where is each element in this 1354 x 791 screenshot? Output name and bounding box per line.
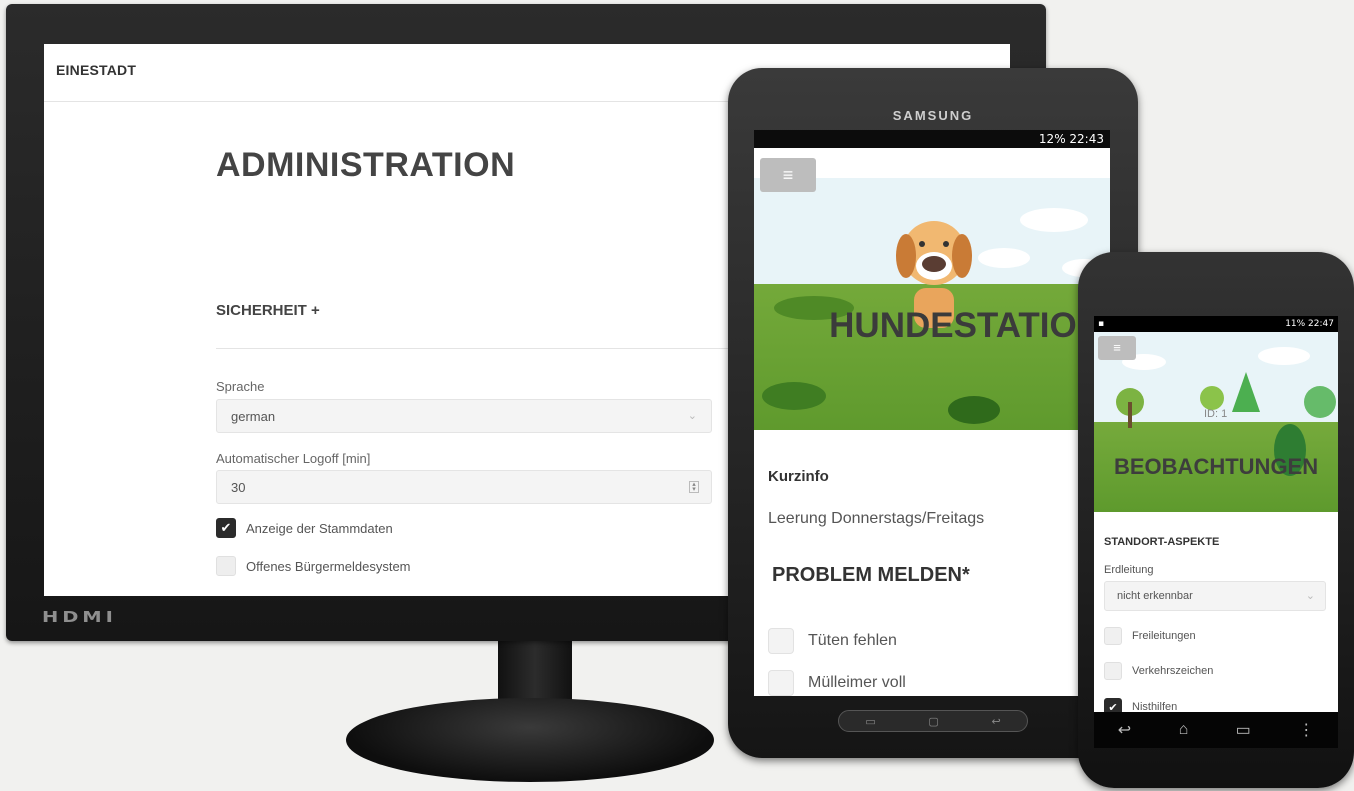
status-bar: ▪ 11% 22:47 — [1094, 316, 1338, 332]
checkbox-nisthilfen[interactable]: ✔ Nisthilfen — [1104, 698, 1177, 712]
overflow-menu-icon[interactable]: ⋮ — [1298, 720, 1314, 740]
checkbox-buergermeldesystem[interactable]: Offenes Bürgermeldesystem — [216, 556, 411, 576]
hero-banner: HUNDESTATION — [754, 178, 1110, 430]
recent-apps-icon[interactable]: ▭ — [1236, 720, 1251, 740]
checkbox-checked-icon[interactable]: ✔ — [216, 518, 236, 538]
checkbox-bin-full[interactable]: Mülleimer voll — [768, 670, 906, 696]
home-icon[interactable]: ⌂ — [1179, 721, 1189, 739]
brand-logo[interactable]: EINESTADT — [56, 62, 136, 78]
tablet-hardware-buttons: ▭ ▢ ↩ — [838, 710, 1028, 732]
menu-hamburger-icon[interactable]: ≡ — [1098, 336, 1136, 360]
checkbox-unchecked-icon[interactable] — [216, 556, 236, 576]
select-label: Erdleitung — [1104, 564, 1154, 576]
recent-apps-icon[interactable]: ▭ — [865, 715, 875, 728]
language-label: Sprache — [216, 379, 265, 394]
divider — [216, 348, 736, 349]
tablet-brand: SAMSUNG — [892, 108, 974, 123]
logoff-label: Automatischer Logoff [min] — [216, 451, 371, 466]
phone-device: ▪ 11% 22:47 ID: 1 BEOBACHTUNGEN ≡ STANDO… — [1078, 252, 1354, 788]
checkbox-verkehrszeichen[interactable]: Verkehrszeichen — [1104, 662, 1213, 680]
checkbox-unchecked-icon[interactable] — [1104, 662, 1122, 680]
home-icon[interactable]: ▢ — [928, 715, 938, 728]
language-value: german — [231, 409, 276, 424]
checkbox-bags-missing[interactable]: Tüten fehlen — [768, 628, 897, 654]
checkbox-unchecked-icon[interactable] — [768, 628, 794, 654]
report-heading: PROBLEM MELDEN* — [772, 564, 970, 586]
select-value: nicht erkennbar — [1117, 590, 1193, 602]
menu-hamburger-icon[interactable]: ≡ — [760, 158, 816, 192]
checkbox-label: Verkehrszeichen — [1132, 665, 1214, 677]
status-bar: 12% 22:43 — [754, 130, 1110, 148]
notification-icon: ▪ — [1098, 319, 1105, 329]
monitor-stand-base — [346, 698, 714, 782]
status-text: 12% 22:43 — [1038, 132, 1104, 146]
checkbox-label: Offenes Bürgermeldesystem — [246, 558, 411, 574]
phone-nav-bar: ↩ ⌂ ▭ ⋮ — [1094, 712, 1338, 748]
record-id: ID: 1 — [1204, 408, 1228, 420]
checkbox-label: Tüten fehlen — [808, 632, 897, 649]
logoff-number-input[interactable]: 30 ▴ ▾ — [216, 470, 712, 504]
checkbox-label: Anzeige der Stammdaten — [246, 520, 393, 536]
checkbox-checked-icon[interactable]: ✔ — [1104, 698, 1122, 712]
checkbox-unchecked-icon[interactable] — [768, 670, 794, 696]
info-heading: Kurzinfo — [768, 468, 829, 485]
phone-app: ▪ 11% 22:47 ID: 1 BEOBACHTUNGEN ≡ STANDO… — [1094, 316, 1338, 712]
info-text: Leerung Donnerstags/Freitags — [768, 510, 985, 527]
landscape-illustration — [762, 208, 1106, 424]
status-text: 11% 22:47 — [1285, 319, 1334, 329]
monitor-brand-label: HDMI — [42, 608, 117, 626]
logoff-value: 30 — [231, 480, 246, 495]
checkbox-label: Mülleimer voll — [808, 674, 906, 691]
hero-title: HUNDESTATION — [829, 306, 1102, 345]
chevron-down-icon: ⌄ — [687, 410, 697, 422]
spinner-icon[interactable]: ▴ ▾ — [689, 481, 699, 493]
checkbox-label: Freileitungen — [1132, 630, 1196, 642]
checkbox-label: Nisthilfen — [1132, 701, 1178, 712]
page-title: ADMINISTRATION — [216, 146, 516, 184]
chevron-down-icon: ⌄ — [1305, 590, 1315, 602]
back-icon[interactable]: ↩ — [1118, 720, 1131, 740]
checkbox-freileitungen[interactable]: Freileitungen — [1104, 627, 1196, 645]
checkbox-stammdaten[interactable]: ✔ Anzeige der Stammdaten — [216, 518, 393, 538]
section-toggle-security[interactable]: SICHERHEIT + — [216, 302, 320, 319]
hero-title: BEOBACHTUNGEN — [1114, 454, 1319, 479]
section-heading: STANDORT-ASPEKTE — [1104, 536, 1220, 548]
tablet-app: 12% 22:43 HUNDESTATION ≡ Kurzinfo Leerun… — [754, 130, 1110, 696]
language-select[interactable]: german ⌄ — [216, 399, 712, 433]
tablet-device: SAMSUNG 12% 22:43 HUNDESTATION ≡ Kurzinf… — [728, 68, 1138, 758]
erdleitung-select[interactable]: nicht erkennbar ⌄ — [1104, 581, 1326, 611]
checkbox-unchecked-icon[interactable] — [1104, 627, 1122, 645]
back-icon[interactable]: ↩ — [991, 715, 1000, 728]
